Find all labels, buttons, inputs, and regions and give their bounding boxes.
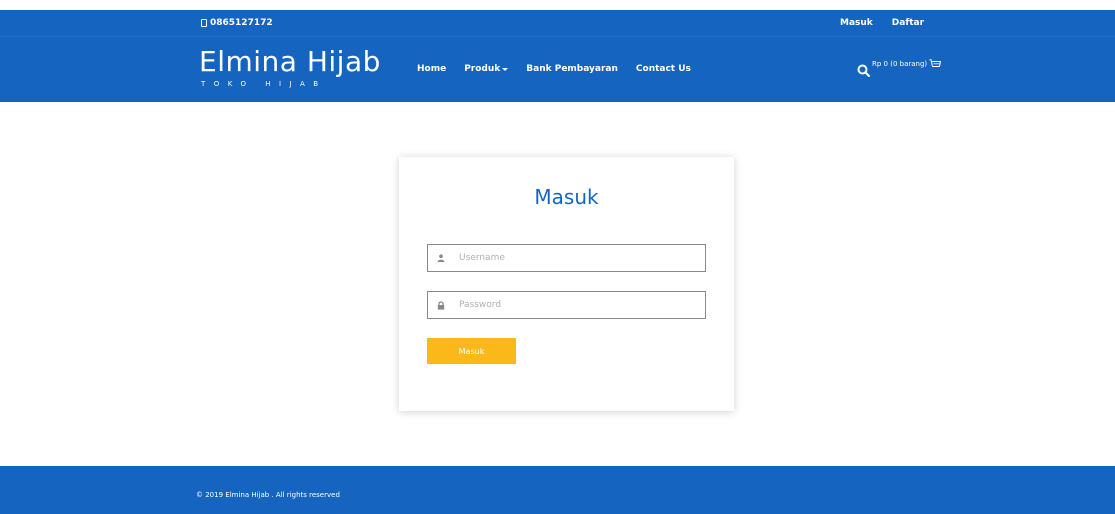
chevron-down-icon (502, 67, 509, 71)
phone-number: 0865127172 (210, 18, 273, 28)
nav-produk-dropdown[interactable]: Produk (464, 64, 509, 74)
brand-tagline: TOKO HIJAB (201, 80, 327, 88)
nav-bank-pembayaran[interactable]: Bank Pembayaran (526, 64, 618, 74)
copyright-text: © 2019 Elmina Hijab . All rights reserve… (196, 491, 340, 499)
register-link[interactable]: Daftar (892, 18, 924, 28)
phone-icon (201, 19, 207, 27)
cart-summary[interactable]: Rp 0 (0 barang) (857, 58, 942, 82)
cart-total: Rp 0 (0 barang) (872, 60, 928, 68)
brand-name: Elmina Hijab (199, 45, 381, 78)
nav-contact-us[interactable]: Contact Us (636, 64, 691, 74)
phone-contact: 0865127172 (201, 10, 273, 36)
username-field[interactable] (427, 244, 706, 272)
brand-logo[interactable]: Elmina Hijab TOKO HIJAB (199, 44, 381, 88)
nav-produk-label: Produk (464, 64, 501, 74)
login-submit-button[interactable]: Masuk (427, 338, 516, 364)
cart-icon[interactable] (929, 59, 942, 69)
search-icon[interactable] (857, 64, 870, 77)
username-input[interactable] (459, 253, 689, 263)
main-menu: Home Produk Bank Pembayaran Contact Us (417, 36, 691, 102)
user-icon (435, 254, 447, 262)
password-input[interactable] (459, 300, 689, 310)
password-field[interactable] (427, 291, 706, 319)
nav-home[interactable]: Home (417, 64, 446, 74)
site-footer: © 2019 Elmina Hijab . All rights reserve… (0, 466, 1115, 514)
login-card: Masuk Masuk (399, 157, 734, 411)
login-title: Masuk (534, 185, 599, 209)
top-bar: 0865127172 Masuk Daftar (0, 10, 1115, 36)
lock-icon (435, 301, 447, 310)
main-navbar: Elmina Hijab TOKO HIJAB Home Produk Bank… (0, 36, 1115, 102)
login-link[interactable]: Masuk (840, 18, 873, 28)
auth-links: Masuk Daftar (840, 10, 924, 36)
